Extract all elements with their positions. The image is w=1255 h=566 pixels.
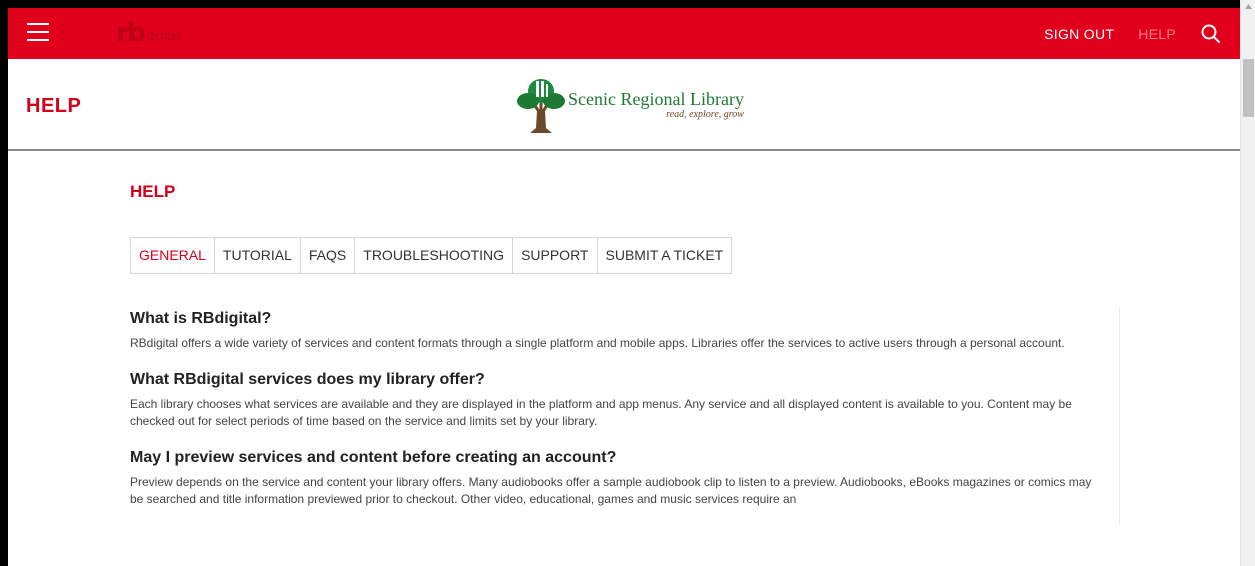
tab-tutorial[interactable]: TUTORIAL	[215, 238, 301, 273]
window-edge-left	[0, 0, 8, 566]
faq-item: What is RBdigital? RBdigital offers a wi…	[130, 308, 1105, 352]
faq-answer: Each library chooses what services are a…	[130, 397, 1072, 428]
page-header: HELP Scenic Regional Library read, explo…	[8, 59, 1240, 151]
vertical-scrollbar[interactable]	[1240, 0, 1255, 566]
top-links: SIGN OUT HELP	[1044, 8, 1240, 59]
library-logo-text: Scenic Regional Library read, explore, g…	[568, 89, 744, 121]
tab-faqs[interactable]: FAQS	[301, 238, 356, 273]
faq-question: May I preview services and content befor…	[130, 449, 617, 466]
top-navigation-bar: rb digital SIGN OUT HELP	[8, 8, 1240, 59]
help-link[interactable]: HELP	[1138, 26, 1176, 42]
library-logo[interactable]: Scenic Regional Library read, explore, g…	[516, 73, 744, 140]
faq-item: May I preview services and content befor…	[130, 447, 1105, 508]
library-tagline: read, explore, grow	[666, 108, 744, 120]
page-title: HELP	[26, 95, 82, 117]
help-content: HELP GENERAL TUTORIAL FAQS TROUBLESHOOTI…	[8, 153, 1240, 566]
brand-mark: rb	[116, 18, 145, 48]
faq-question: What RBdigital services does my library …	[130, 371, 485, 388]
tab-support[interactable]: SUPPORT	[513, 238, 598, 273]
search-icon[interactable]	[1200, 23, 1222, 45]
faq-question: What is RBdigital?	[130, 310, 272, 327]
brand-text: digital	[146, 27, 181, 43]
faq-answer: Preview depends on the service and conte…	[130, 475, 1092, 506]
window-edge-top	[0, 0, 1240, 8]
rbdigital-logo[interactable]: rb digital	[116, 18, 181, 48]
tree-logo-icon	[516, 73, 566, 140]
hamburger-icon[interactable]	[27, 23, 49, 43]
faq-list: What is RBdigital? RBdigital offers a wi…	[130, 308, 1120, 525]
scrollbar-thumb[interactable]	[1243, 59, 1254, 117]
tab-general[interactable]: GENERAL	[131, 238, 215, 273]
faq-item: What RBdigital services does my library …	[130, 369, 1105, 430]
scroll-up-arrow-icon[interactable]	[1241, 0, 1255, 12]
faq-answer: RBdigital offers a wide variety of servi…	[130, 336, 1065, 350]
tab-troubleshooting[interactable]: TROUBLESHOOTING	[355, 238, 514, 273]
library-name: Scenic Regional Library	[568, 88, 744, 109]
section-title: HELP	[130, 182, 176, 201]
browser-viewport: rb digital SIGN OUT HELP HELP Scenic Reg…	[0, 0, 1255, 566]
tab-submit-ticket[interactable]: SUBMIT A TICKET	[598, 238, 732, 273]
sign-out-link[interactable]: SIGN OUT	[1044, 26, 1114, 42]
help-tabs: GENERAL TUTORIAL FAQS TROUBLESHOOTING SU…	[130, 237, 733, 274]
